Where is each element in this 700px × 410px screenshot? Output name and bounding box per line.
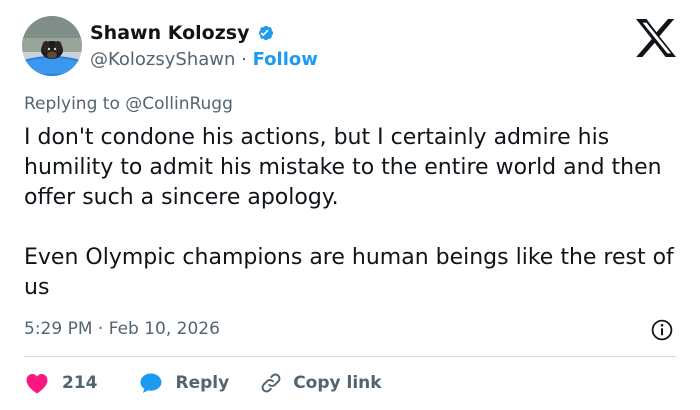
- author-handle[interactable]: @KolozsyShawn: [90, 49, 235, 70]
- tweet-text: I don't condone his actions, but I certa…: [24, 123, 674, 303]
- author-name-row: Shawn Kolozsy: [90, 21, 276, 45]
- tweet-paragraph: Even Olympic champions are human beings …: [24, 245, 674, 300]
- handle-separator: ·: [241, 49, 247, 70]
- author-name[interactable]: Shawn Kolozsy: [90, 21, 250, 45]
- heart-icon: [26, 374, 48, 394]
- reply-prefix: Replying to: [24, 94, 120, 114]
- follow-button[interactable]: Follow: [253, 49, 318, 70]
- like-button[interactable]: 214: [24, 371, 138, 395]
- tweet-card: Shawn Kolozsy @KolozsyShawn · Follow Rep…: [0, 0, 700, 410]
- reply-button[interactable]: Reply: [138, 371, 260, 395]
- x-logo-icon[interactable]: [634, 18, 678, 58]
- reply-bubble-icon: [140, 373, 161, 393]
- avatar-image: [22, 16, 82, 76]
- like-count: 214: [62, 373, 98, 393]
- reply-context: Replying to @CollinRugg: [24, 92, 233, 116]
- verified-badge-icon: [258, 25, 273, 41]
- reply-label: Reply: [175, 373, 230, 393]
- tweet-timestamp[interactable]: 5:29 PM · Feb 10, 2026: [24, 317, 220, 341]
- tweet-time: 5:29 PM: [24, 319, 93, 339]
- link-icon: [261, 373, 281, 393]
- reply-mention[interactable]: @CollinRugg: [125, 94, 233, 114]
- author-handle-row: @KolozsyShawn · Follow: [90, 48, 318, 72]
- divider: [24, 356, 676, 357]
- info-icon[interactable]: [651, 319, 673, 341]
- copy-link-label: Copy link: [293, 373, 382, 393]
- tweet-date: Feb 10, 2026: [108, 319, 220, 339]
- avatar[interactable]: [22, 16, 82, 76]
- action-bar: 214 Reply Copy link: [24, 369, 382, 397]
- tweet-paragraph: I don't condone his actions, but I certa…: [24, 125, 662, 210]
- copy-link-button[interactable]: Copy link: [259, 371, 382, 395]
- timestamp-separator: ·: [97, 319, 104, 339]
